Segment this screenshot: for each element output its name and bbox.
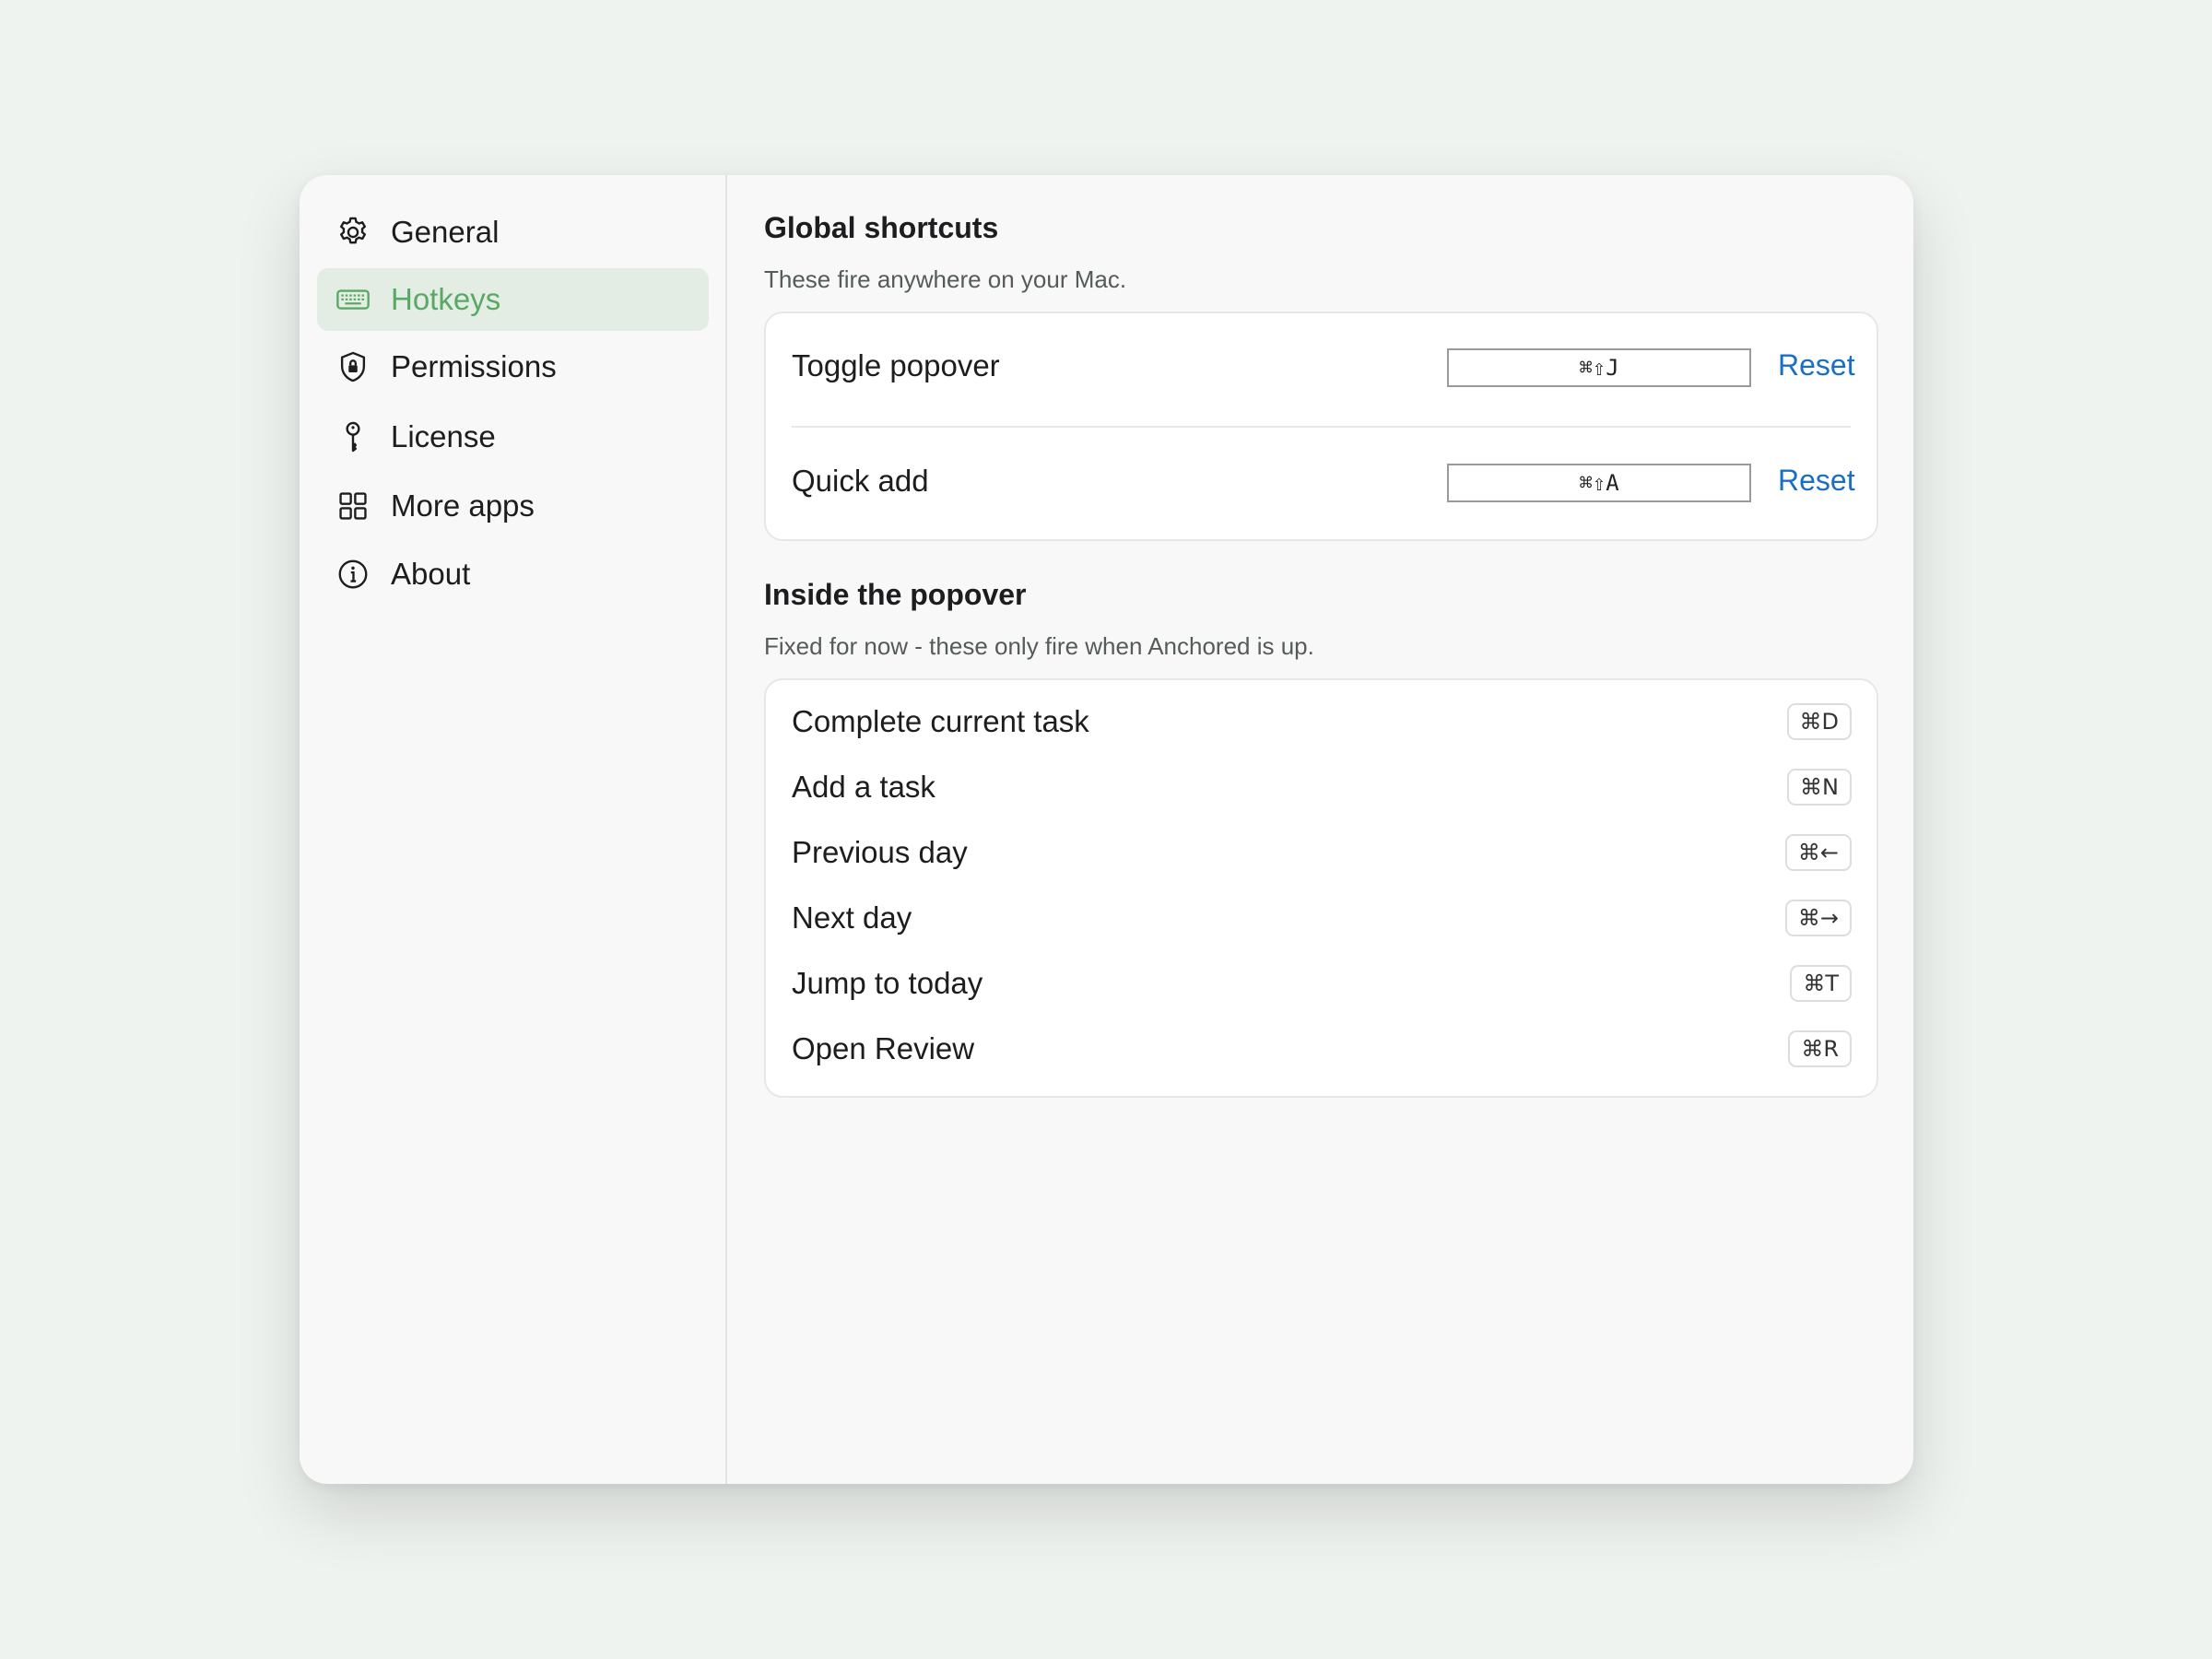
- key-badge: ⌘R: [1788, 1030, 1852, 1067]
- global-shortcuts-subtitle: These fire anywhere on your Mac.: [764, 265, 1127, 293]
- shortcut-label: Previous day: [792, 835, 968, 869]
- popover-shortcuts-title: Inside the popover: [764, 578, 1027, 611]
- sidebar-item-label: More apps: [391, 488, 535, 523]
- global-shortcuts-title: Global shortcuts: [764, 211, 999, 244]
- shortcut-row: Open Review ⌘R: [766, 1018, 1877, 1083]
- settings-window: General Hotkeys Permissions License More…: [300, 175, 1913, 1484]
- shortcut-row: Jump to today ⌘T: [766, 953, 1877, 1018]
- sidebar-item-general[interactable]: General: [317, 201, 709, 264]
- keyboard-icon: [335, 281, 371, 318]
- sidebar-item-license[interactable]: License: [317, 406, 709, 468]
- sidebar-item-label: License: [391, 419, 496, 453]
- sidebar-item-label: About: [391, 557, 471, 591]
- shortcut-label: Jump to today: [792, 966, 983, 1000]
- popover-shortcuts-card: Complete current task ⌘D Add a task ⌘N P…: [764, 678, 1878, 1098]
- shortcut-row: Complete current task ⌘D: [766, 691, 1877, 756]
- grid-icon: [335, 488, 371, 524]
- shortcut-recorder-field[interactable]: ⌘⇧A: [1447, 464, 1751, 502]
- shortcut-row: Toggle popover ⌘⇧J Reset: [766, 313, 1877, 428]
- sidebar-item-label: Hotkeys: [391, 282, 501, 316]
- popover-shortcuts-subtitle: Fixed for now - these only fire when Anc…: [764, 632, 1314, 660]
- sidebar: General Hotkeys Permissions License More…: [300, 175, 727, 1484]
- shortcut-label: Toggle popover: [792, 348, 1000, 382]
- shortcut-label: Complete current task: [792, 704, 1089, 738]
- key-badge: ⌘D: [1786, 703, 1852, 740]
- key-badge: ⌘→: [1784, 900, 1852, 936]
- sidebar-item-permissions[interactable]: Permissions: [317, 335, 709, 398]
- key-badge: ⌘←: [1784, 834, 1852, 871]
- shortcut-recorder-field[interactable]: ⌘⇧J: [1447, 348, 1751, 387]
- sidebar-item-label: General: [391, 215, 500, 249]
- shortcut-label: Open Review: [792, 1031, 975, 1065]
- shortcut-label: Quick add: [792, 464, 929, 498]
- global-shortcuts-card: Toggle popover ⌘⇧J Reset Quick add ⌘⇧A R…: [764, 312, 1878, 541]
- shortcut-label: Add a task: [792, 770, 935, 804]
- key-badge: ⌘T: [1790, 965, 1852, 1002]
- shortcut-row: Previous day ⌘←: [766, 822, 1877, 887]
- info-icon: [335, 556, 371, 593]
- shortcut-label: Next day: [792, 900, 912, 935]
- reset-button[interactable]: Reset: [1778, 464, 1855, 498]
- gear-icon: [335, 214, 371, 251]
- shortcut-row: Quick add ⌘⇧A Reset: [766, 429, 1877, 543]
- sidebar-item-more-apps[interactable]: More apps: [317, 475, 709, 537]
- shield-lock-icon: [335, 348, 371, 385]
- shortcut-row: Next day ⌘→: [766, 888, 1877, 952]
- sidebar-item-about[interactable]: About: [317, 543, 709, 606]
- shortcut-row: Add a task ⌘N: [766, 757, 1877, 821]
- sidebar-item-label: Permissions: [391, 349, 557, 383]
- divider: [792, 426, 1851, 428]
- sidebar-item-hotkeys[interactable]: Hotkeys: [317, 268, 709, 331]
- hotkeys-pane: Global shortcuts These fire anywhere on …: [727, 175, 1913, 1484]
- reset-button[interactable]: Reset: [1778, 348, 1855, 382]
- key-icon: [335, 418, 371, 455]
- key-badge: ⌘N: [1787, 769, 1852, 806]
